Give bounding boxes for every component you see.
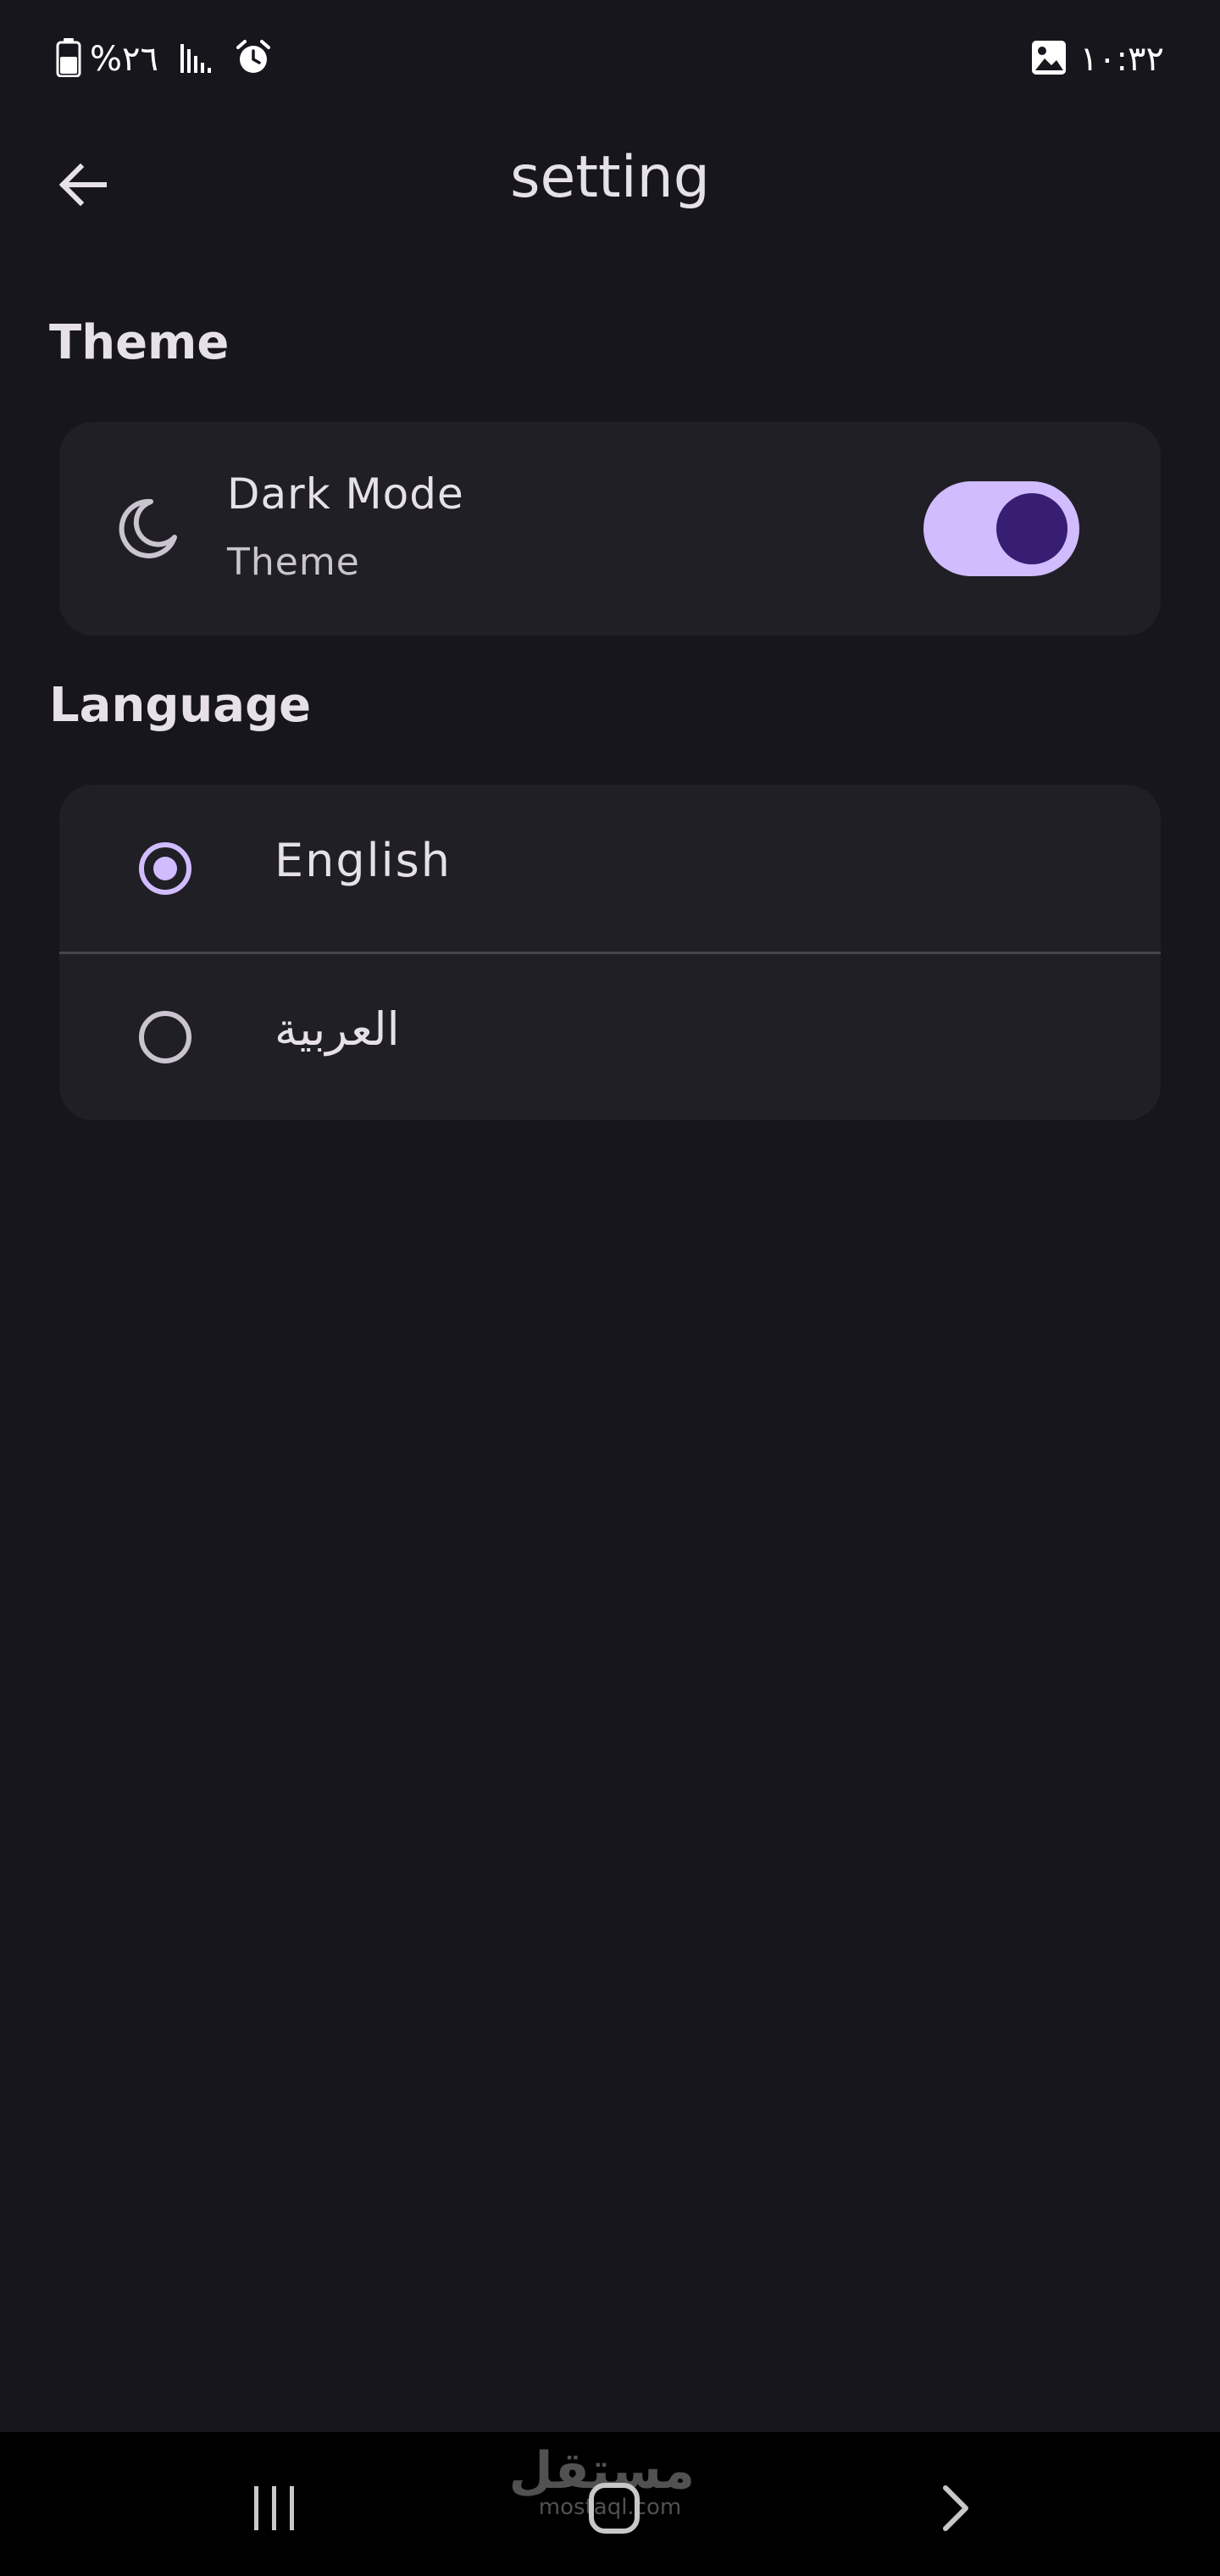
app-bar: setting [0,119,1220,237]
dark-mode-switch[interactable] [923,481,1079,576]
page-title: setting [510,144,710,211]
language-section-heading: Language [49,678,312,733]
home-button[interactable] [572,2466,657,2551]
theme-section-heading: Theme [49,315,230,370]
battery-percent: %٢٦ [90,40,158,79]
battery-icon [56,38,81,80]
system-nav-bar: مستقل mostaql.com [0,2432,1220,2576]
signal-icon [179,41,213,78]
arrow-back-icon [58,163,107,207]
alarm-icon [235,39,272,80]
recents-button[interactable] [232,2466,317,2551]
chevron-right-icon [943,2485,968,2531]
nav-back-button[interactable] [913,2466,998,2551]
dark-mode-title: Dark Mode [227,469,464,519]
clock: ١٠:٣٢ [1079,40,1164,79]
moon-icon [119,498,177,558]
home-icon [589,2483,640,2534]
back-button[interactable] [42,144,124,225]
gallery-icon [1031,40,1067,79]
status-right-group: ١٠:٣٢ [1031,34,1164,85]
language-option-arabic[interactable]: العربية [59,953,1161,1120]
dark-mode-tile[interactable]: Dark Mode Theme [59,422,1161,636]
status-bar: %٢٦ ١٠:٣٢ [0,0,1220,119]
language-label: English [274,834,452,887]
language-option-english[interactable]: English [59,785,1161,952]
dark-mode-subtitle: Theme [227,541,360,584]
radio-selected[interactable] [139,842,191,895]
radio-unselected[interactable] [139,1011,191,1063]
language-label: العربية [274,1002,400,1056]
status-left-group: %٢٦ [56,34,272,85]
recents-icon [254,2486,294,2530]
language-card: English العربية [59,785,1161,1120]
switch-thumb [996,493,1068,564]
